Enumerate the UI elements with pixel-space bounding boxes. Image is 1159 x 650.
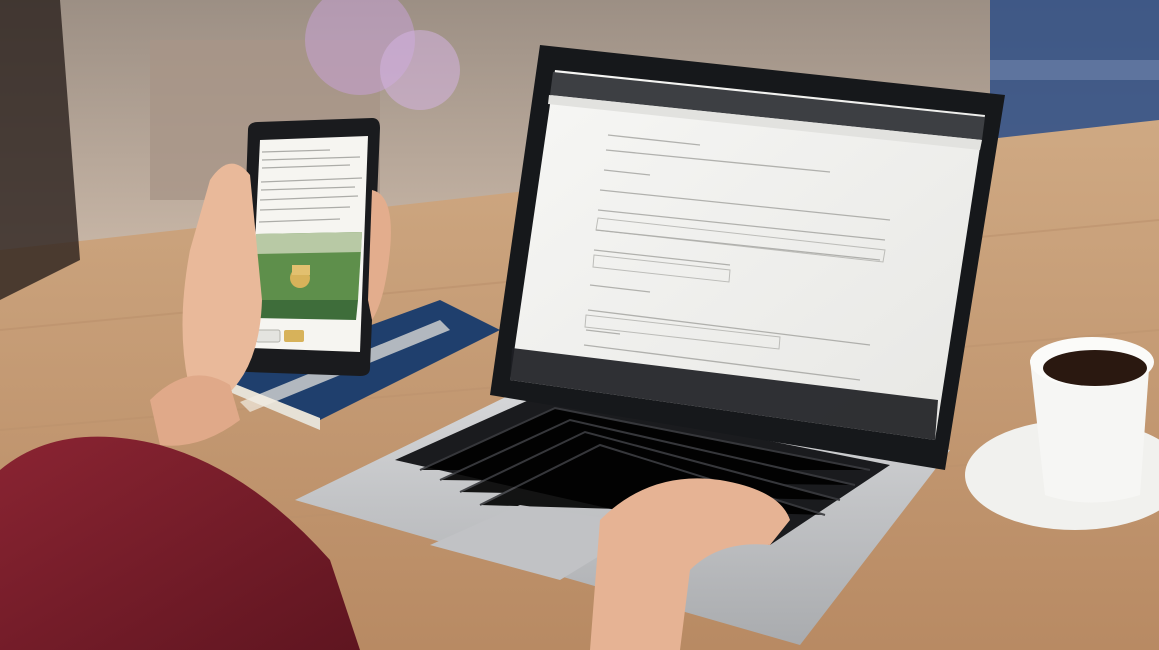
photo-scene (0, 0, 1159, 650)
phone-cancel-button (255, 329, 281, 343)
phone-next-button (284, 330, 304, 342)
coffee (1043, 350, 1147, 386)
smartphone (240, 118, 380, 376)
scene-illustration (0, 0, 1159, 650)
